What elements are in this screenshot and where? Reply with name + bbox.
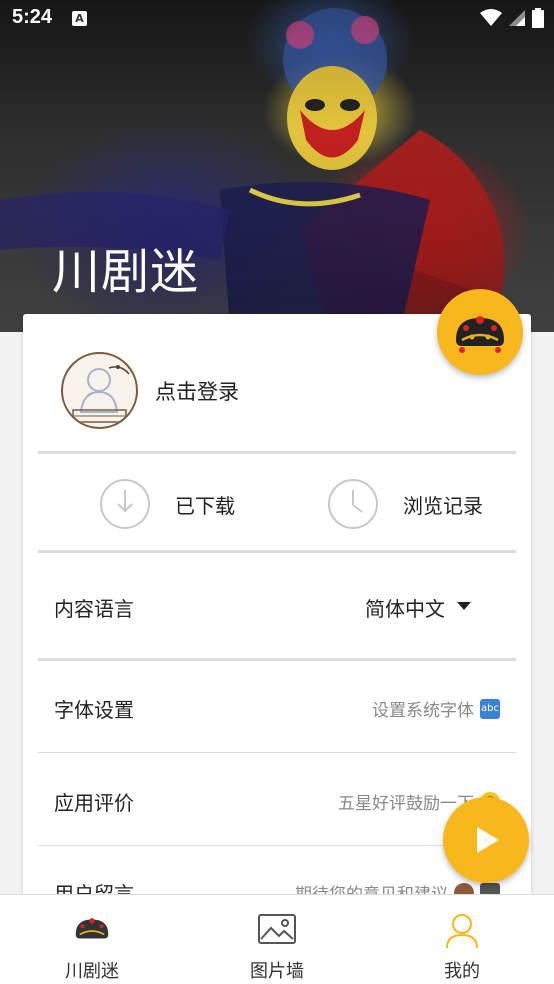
battery-icon xyxy=(532,8,544,28)
user-icon xyxy=(446,914,478,949)
caret-down-icon[interactable] xyxy=(457,602,471,610)
play-icon xyxy=(477,827,499,853)
rating-label: 应用评价 xyxy=(54,791,134,815)
status-bar: 5:24 A xyxy=(0,0,554,36)
notification-a-icon: A xyxy=(72,11,87,26)
bottom-navigation: 川剧迷 图片墙 我的 xyxy=(0,894,554,984)
nav-item-gallery[interactable]: 图片墙 xyxy=(185,895,369,984)
status-time: 5:24 xyxy=(12,6,53,28)
header-banner: 5:24 A 川剧迷 xyxy=(0,0,554,332)
font-value: 设置系统字体 abc xyxy=(372,696,500,721)
downloaded-label: 已下载 xyxy=(175,493,235,518)
language-label: 内容语言 xyxy=(54,597,134,621)
history-button[interactable]: 浏览记录 xyxy=(327,476,483,532)
downloaded-button[interactable]: 已下载 xyxy=(99,476,235,532)
wifi-icon xyxy=(480,9,502,26)
quick-actions: 已下载 浏览记录 xyxy=(23,454,531,554)
history-label: 浏览记录 xyxy=(403,493,483,518)
avatar[interactable] xyxy=(61,352,138,429)
play-fab-button[interactable] xyxy=(443,797,529,883)
nav-label-opera: 川剧迷 xyxy=(65,961,119,982)
abc-icon: abc xyxy=(480,698,500,719)
font-value-text: 设置系统字体 xyxy=(372,701,474,721)
default-avatar-icon xyxy=(72,365,130,423)
setting-font[interactable]: 字体设置 设置系统字体 abc xyxy=(23,661,531,751)
clock-icon xyxy=(328,479,378,529)
setting-language[interactable]: 内容语言 简体中文 xyxy=(23,553,531,657)
app-title: 川剧迷 xyxy=(52,244,200,300)
nav-item-opera[interactable]: 川剧迷 xyxy=(0,895,184,984)
opera-fab-button[interactable] xyxy=(437,289,523,375)
download-icon xyxy=(100,479,150,529)
opera-crown-icon xyxy=(75,918,109,939)
opera-crown-icon xyxy=(456,316,504,353)
nav-item-mine[interactable]: 我的 xyxy=(370,895,554,984)
login-label[interactable]: 点击登录 xyxy=(155,376,239,406)
nav-label-mine: 我的 xyxy=(444,961,480,982)
font-label: 字体设置 xyxy=(54,698,134,722)
nav-label-gallery: 图片墙 xyxy=(250,961,304,982)
image-icon xyxy=(258,914,296,944)
status-icons xyxy=(480,8,544,28)
cellular-signal-icon xyxy=(509,10,525,26)
language-select[interactable]: 简体中文 xyxy=(365,593,445,622)
